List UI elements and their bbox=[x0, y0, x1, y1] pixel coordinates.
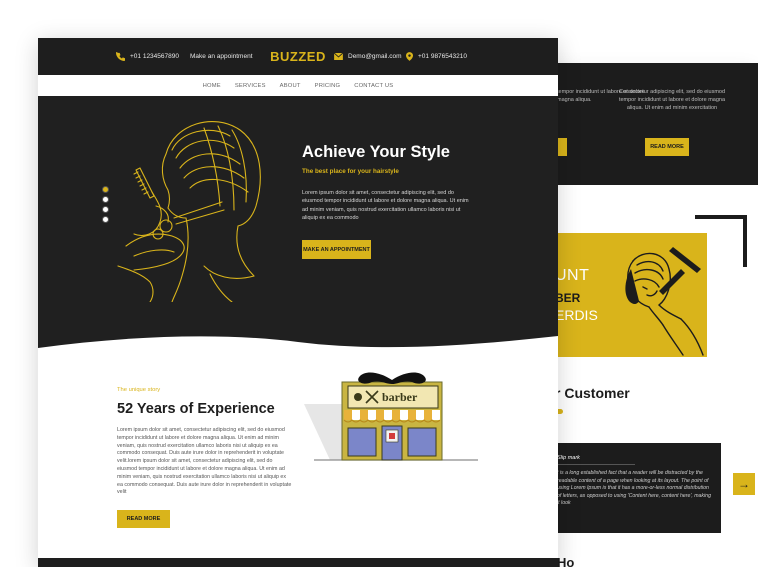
make-appointment-button[interactable]: MAKE AN APPOINTMENT bbox=[302, 240, 371, 259]
background-page-preview: tempor incididunt ut labore et dolore ma… bbox=[555, 63, 758, 567]
bg-dark-text-right: Consectetur adipiscing elit, sed do eius… bbox=[618, 89, 726, 111]
slider-dot-3[interactable] bbox=[102, 206, 109, 213]
hero-slider-dots bbox=[102, 186, 109, 223]
email-text: Demo@gmail.com bbox=[348, 53, 402, 60]
slider-dot-4[interactable] bbox=[102, 216, 109, 223]
bg-read-more-button[interactable]: READ MORE bbox=[645, 138, 689, 156]
hero-title: Achieve Your Style bbox=[302, 143, 450, 161]
nav-about[interactable]: ABOUT bbox=[280, 83, 301, 89]
hero-section: Achieve Your Style The best place for yo… bbox=[38, 96, 558, 356]
hero-subtitle: The best place for your hairstyle bbox=[302, 168, 399, 175]
barber-shop-illustration: barber bbox=[304, 372, 478, 461]
story-description: Lorem ipsum dolor sit amet, consectetur … bbox=[117, 427, 292, 496]
bg-testimonial-text: t is a long established fact that a read… bbox=[557, 470, 711, 506]
top-bar: +01 1234567890 Make an appointment BUZZE… bbox=[38, 38, 558, 75]
next-section-strip bbox=[38, 558, 558, 567]
bg-promo-line-2: BER bbox=[555, 291, 581, 305]
wave-divider bbox=[38, 336, 558, 358]
slider-dot-1[interactable] bbox=[102, 186, 109, 193]
phone-left-text: +01 1234567890 bbox=[130, 53, 179, 60]
bg-testimonial-divider bbox=[557, 464, 635, 465]
bg-bottom-heading: Ho bbox=[557, 555, 575, 567]
story-label: The unique story bbox=[117, 387, 161, 393]
next-arrow-button[interactable]: → bbox=[733, 473, 755, 495]
bg-promo-line-1: UNT bbox=[555, 267, 590, 284]
read-more-button[interactable]: READ MORE bbox=[117, 510, 170, 528]
hero-description: Lorem ipsum dolor sit amet, consectetur … bbox=[302, 190, 469, 221]
nav-home[interactable]: HOME bbox=[203, 83, 221, 89]
appointment-link-text: Make an appointment bbox=[190, 53, 253, 60]
phone-icon bbox=[116, 52, 125, 61]
shop-sign-text: barber bbox=[382, 390, 418, 404]
story-section: The unique story 52 Years of Experience … bbox=[38, 356, 558, 558]
brand-logo[interactable]: BUZZED bbox=[270, 49, 326, 64]
bg-promo-line-3: ERDIS bbox=[555, 307, 598, 323]
phone-right-text: +01 9876543210 bbox=[418, 53, 467, 60]
slider-dot-2[interactable] bbox=[102, 196, 109, 203]
email-link[interactable]: Demo@gmail.com bbox=[334, 38, 402, 75]
phone-left[interactable]: +01 1234567890 bbox=[116, 38, 179, 75]
main-navigation: HOME SERVICES ABOUT PRICING CONTACT US bbox=[38, 75, 558, 96]
mail-icon bbox=[334, 53, 343, 60]
phone-right[interactable]: +01 9876543210 bbox=[406, 38, 467, 75]
barber-shave-illustration bbox=[625, 247, 704, 356]
location-pin-icon bbox=[406, 52, 413, 61]
nav-pricing[interactable]: PRICING bbox=[315, 83, 341, 89]
story-title: 52 Years of Experience bbox=[117, 401, 275, 417]
nav-contact-us[interactable]: CONTACT US bbox=[354, 83, 393, 89]
bg-testimonial-title: Slip mark bbox=[557, 455, 580, 461]
haircut-line-illustration bbox=[117, 121, 261, 302]
bg-dark-section: tempor incididunt ut labore et dolore ma… bbox=[555, 63, 758, 185]
appointment-link[interactable]: Make an appointment bbox=[190, 38, 253, 75]
main-page-preview: +01 1234567890 Make an appointment BUZZE… bbox=[38, 38, 558, 567]
bg-customer-heading: r Customer bbox=[555, 385, 630, 401]
bg-promo-banner: UNT BER ERDIS bbox=[555, 233, 707, 357]
bg-testimonial-card: Slip mark t is a long established fact t… bbox=[555, 443, 721, 533]
nav-services[interactable]: SERVICES bbox=[235, 83, 266, 89]
